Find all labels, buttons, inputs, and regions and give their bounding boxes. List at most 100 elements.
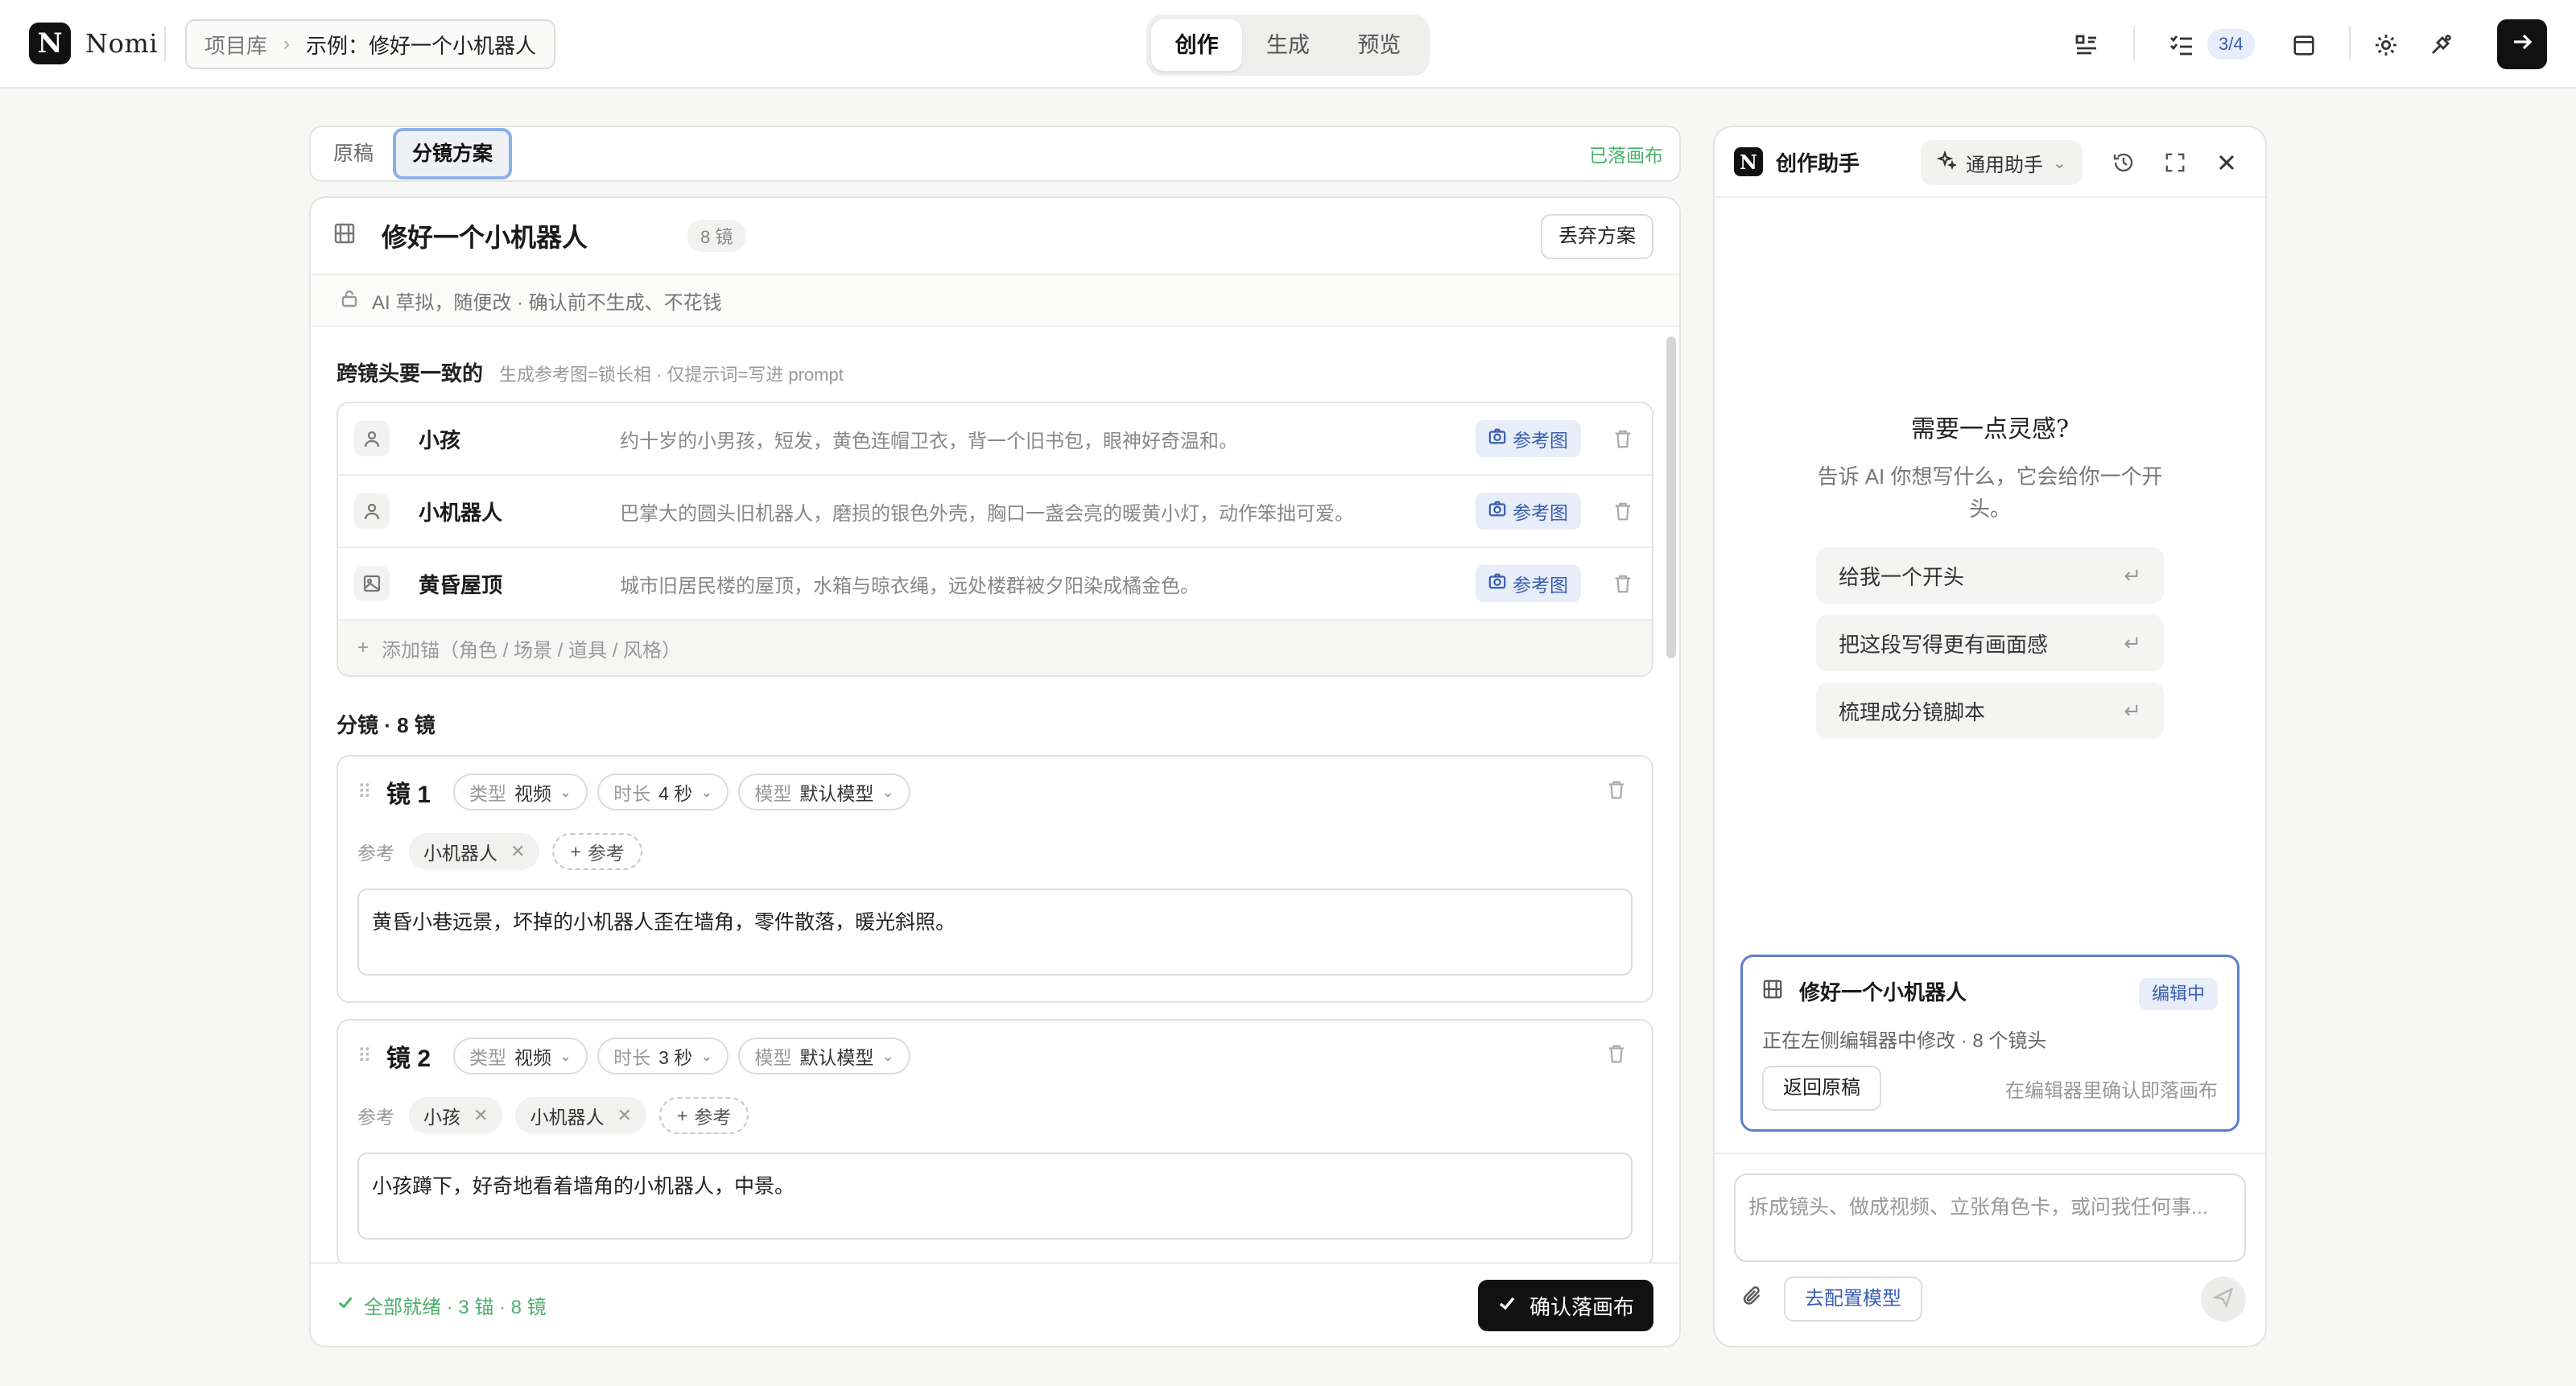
shot-description-input[interactable]: 黄昏小巷远景，坏掉的小机器人歪在墙角，零件散落，暖光斜照。 [357,889,1633,976]
landed-status: 已落画布 [1589,145,1663,166]
plan-title[interactable]: 修好一个小机器人 [382,217,687,254]
scrollbar[interactable] [1666,336,1676,658]
anchor-name[interactable]: 黄昏屋顶 [419,569,620,599]
shot-description-input[interactable]: 小孩蹲下，好奇地看着墙角的小机器人，中景。 [357,1153,1633,1240]
add-reference-button[interactable]: + 参考 [658,1097,749,1134]
enter-icon: ↵ [2124,563,2141,588]
anchor-row[interactable]: 小机器人 巴掌大的圆头旧机器人，磨损的银色外壳，胸口一盏会亮的暖黄小灯，动作笨拙… [338,476,1652,548]
confirm-canvas-button[interactable]: 确认落画布 [1477,1280,1653,1331]
close-icon[interactable] [2212,148,2241,177]
sparkle-icon [1936,150,1958,175]
back-to-draft-button[interactable]: 返回原稿 [1762,1066,1881,1111]
assistant-mode-select[interactable]: 通用助手 ⌄ [1921,140,2083,185]
mode-create[interactable]: 创作 [1151,19,1243,71]
shot-model-select[interactable]: 模型 默认模型 ⌄ [738,773,910,811]
reference-chip[interactable]: 小孩 ✕ [409,1097,503,1134]
divider [164,26,166,61]
add-reference-button[interactable]: + 参考 [552,833,642,870]
suggestion-label: 把这段写得更有画面感 [1839,632,2049,657]
anchors-title: 跨镜头要一致的 [336,361,484,386]
suggestion-item[interactable]: 梳理成分镜脚本 ↵ [1816,683,2164,739]
gear-icon[interactable] [2368,27,2404,63]
model-key: 模型 [754,783,792,804]
add-reference-label: 参考 [694,1107,732,1128]
model-value: 默认模型 [799,1047,874,1068]
attach-icon[interactable] [1734,1284,1765,1314]
anchor-name[interactable]: 小机器人 [419,497,620,526]
suggestion-label: 给我一个开头 [1839,564,1965,589]
enter-button[interactable] [2497,19,2547,69]
configure-model-button[interactable]: 去配置模型 [1784,1277,1922,1322]
trash-icon[interactable] [1604,1043,1629,1064]
editor-body[interactable]: 跨镜头要一致的 生成参考图=锁长相 · 仅提示词=写进 prompt 小孩 约十… [311,328,1679,1262]
anchor-row[interactable]: 小孩 约十岁的小男孩，短发，黄色连帽卫衣，背一个旧书包，眼神好奇温和。 参考图 [338,403,1652,476]
suggestion-item[interactable]: 把这段写得更有画面感 ↵ [1816,615,2164,671]
context-title: 修好一个小机器人 [1799,980,1967,1004]
reference-chip[interactable]: 小机器人 ✕ [515,1097,646,1134]
shot-duration-select[interactable]: 时长 3 秒 ⌄ [597,1037,729,1075]
close-icon[interactable]: ✕ [473,1105,488,1126]
editor-note: AI 草拟，随便改 · 确认前不生成、不花钱 [311,275,1679,327]
task-list-icon[interactable] [2164,27,2199,63]
duration-value: 3 秒 [658,1047,693,1068]
close-icon[interactable]: ✕ [617,1105,631,1126]
enter-icon: ↵ [2124,630,2141,655]
mode-generate[interactable]: 生成 [1242,19,1333,71]
shots-title: 分镜 · 8 镜 [336,713,436,737]
chevron-down-icon: ⌄ [559,1047,572,1064]
editing-context-card[interactable]: 修好一个小机器人 编辑中 正在左侧编辑器中修改 · 8 个镜头 返回原稿 在编辑… [1740,955,2240,1132]
context-subtitle: 正在左侧编辑器中修改 · 8 个镜头 [1762,1030,2047,1052]
shot-type-select[interactable]: 类型 视频 ⌄ [453,773,588,811]
model-value: 默认模型 [799,783,874,804]
shot-name: 镜 2 [386,1046,431,1072]
suggestion-label: 梳理成分镜脚本 [1839,699,1986,724]
suggestion-item[interactable]: 给我一个开头 ↵ [1816,547,2164,604]
app-logo[interactable]: N Nomi [29,23,158,64]
close-icon[interactable]: ✕ [510,841,525,862]
anchor-row[interactable]: 黄昏屋顶 城市旧居民楼的屋顶，水箱与晾衣绳，远处楼群被夕阳染成橘金色。 参考图 [338,548,1652,621]
plus-icon: + [676,1104,688,1126]
add-reference-label: 参考 [587,843,625,864]
expand-icon[interactable] [2161,148,2190,177]
chat-input[interactable]: 拆成镜头、做成视频、立张角色卡，或问我任何事... [1734,1174,2246,1262]
type-value: 视频 [514,783,552,804]
trash-icon[interactable] [1610,501,1636,522]
shot-model-select[interactable]: 模型 默认模型 ⌄ [738,1037,910,1075]
trash-icon[interactable] [1604,779,1629,800]
breadcrumb[interactable]: 项目库 › 示例：修好一个小机器人 [185,19,556,69]
tasks-badge[interactable]: 3/4 [2207,29,2255,60]
reference-image-button[interactable]: 参考图 [1476,420,1581,457]
context-hint: 在编辑器里确认即落画布 [2005,1079,2218,1102]
mode-switcher: 创作 生成 预览 [1146,14,1430,76]
breadcrumb-root[interactable]: 项目库 [204,30,267,60]
discard-plan-button[interactable]: 丢弃方案 [1541,214,1653,259]
tab-draft[interactable]: 原稿 [317,131,390,176]
assistant-composer: 拆成镜头、做成视频、立张角色卡，或问我任何事... 去配置模型 [1715,1153,2265,1346]
shot-card: ⠿ 镜 2 类型 视频 ⌄ 时长 3 秒 ⌄ 模型 默认模型 ⌄ 参考 小孩 ✕… [336,1019,1653,1262]
tool-icon[interactable] [2423,27,2458,63]
anchor-desc[interactable]: 城市旧居民楼的屋顶，水箱与晾衣绳，远处楼群被夕阳染成橘金色。 [620,570,1476,598]
anchor-desc[interactable]: 约十岁的小男孩，短发，黄色连帽卫衣，背一个旧书包，眼神好奇温和。 [620,425,1476,453]
trash-icon[interactable] [1610,573,1636,594]
reference-image-button[interactable]: 参考图 [1476,493,1581,530]
history-icon[interactable] [2109,148,2138,177]
chevron-down-icon: ⌄ [559,783,572,800]
anchor-desc[interactable]: 巴掌大的圆头旧机器人，磨损的银色外壳，胸口一盏会亮的暖黄小灯，动作笨拙可爱。 [620,497,1476,526]
drag-handle-icon[interactable]: ⠿ [357,781,377,804]
person-icon [354,421,390,456]
send-button[interactable] [2201,1277,2246,1322]
reference-chip[interactable]: 小机器人 ✕ [409,833,540,870]
outline-icon[interactable] [2069,27,2104,63]
reference-image-button[interactable]: 参考图 [1476,565,1581,602]
drag-handle-icon[interactable]: ⠿ [357,1045,377,1068]
anchor-name[interactable]: 小孩 [419,424,620,454]
lock-icon [340,288,359,313]
mode-preview[interactable]: 预览 [1334,19,1425,71]
assistant-panel: N 创作助手 通用助手 ⌄ 需要一点灵感? 告诉 AI 你想写什么，它会给你一个… [1713,126,2267,1347]
add-anchor-button[interactable]: + 添加锚（角色 / 场景 / 道具 / 风格） [338,621,1652,675]
trash-icon[interactable] [1610,428,1636,449]
calendar-icon[interactable] [2286,27,2322,63]
shot-type-select[interactable]: 类型 视频 ⌄ [453,1037,588,1075]
tab-storyboard[interactable]: 分镜方案 [393,128,513,179]
shot-duration-select[interactable]: 时长 4 秒 ⌄ [597,773,729,811]
